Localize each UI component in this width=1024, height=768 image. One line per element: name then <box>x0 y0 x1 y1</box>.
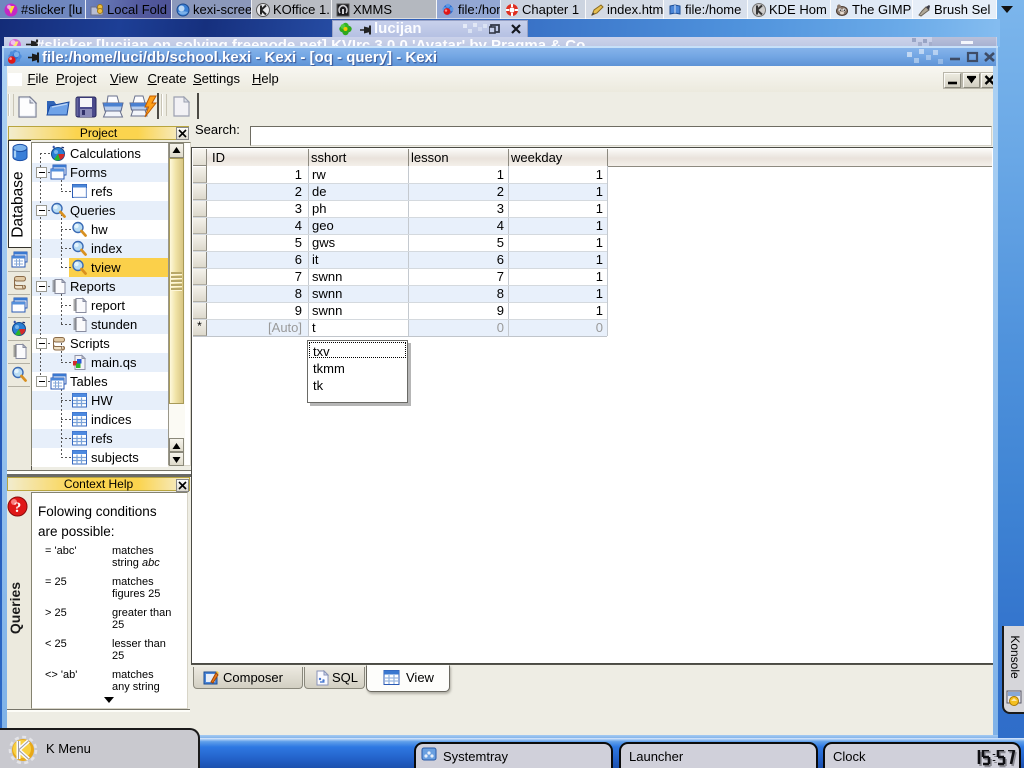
svg-text:?: ? <box>14 500 22 516</box>
